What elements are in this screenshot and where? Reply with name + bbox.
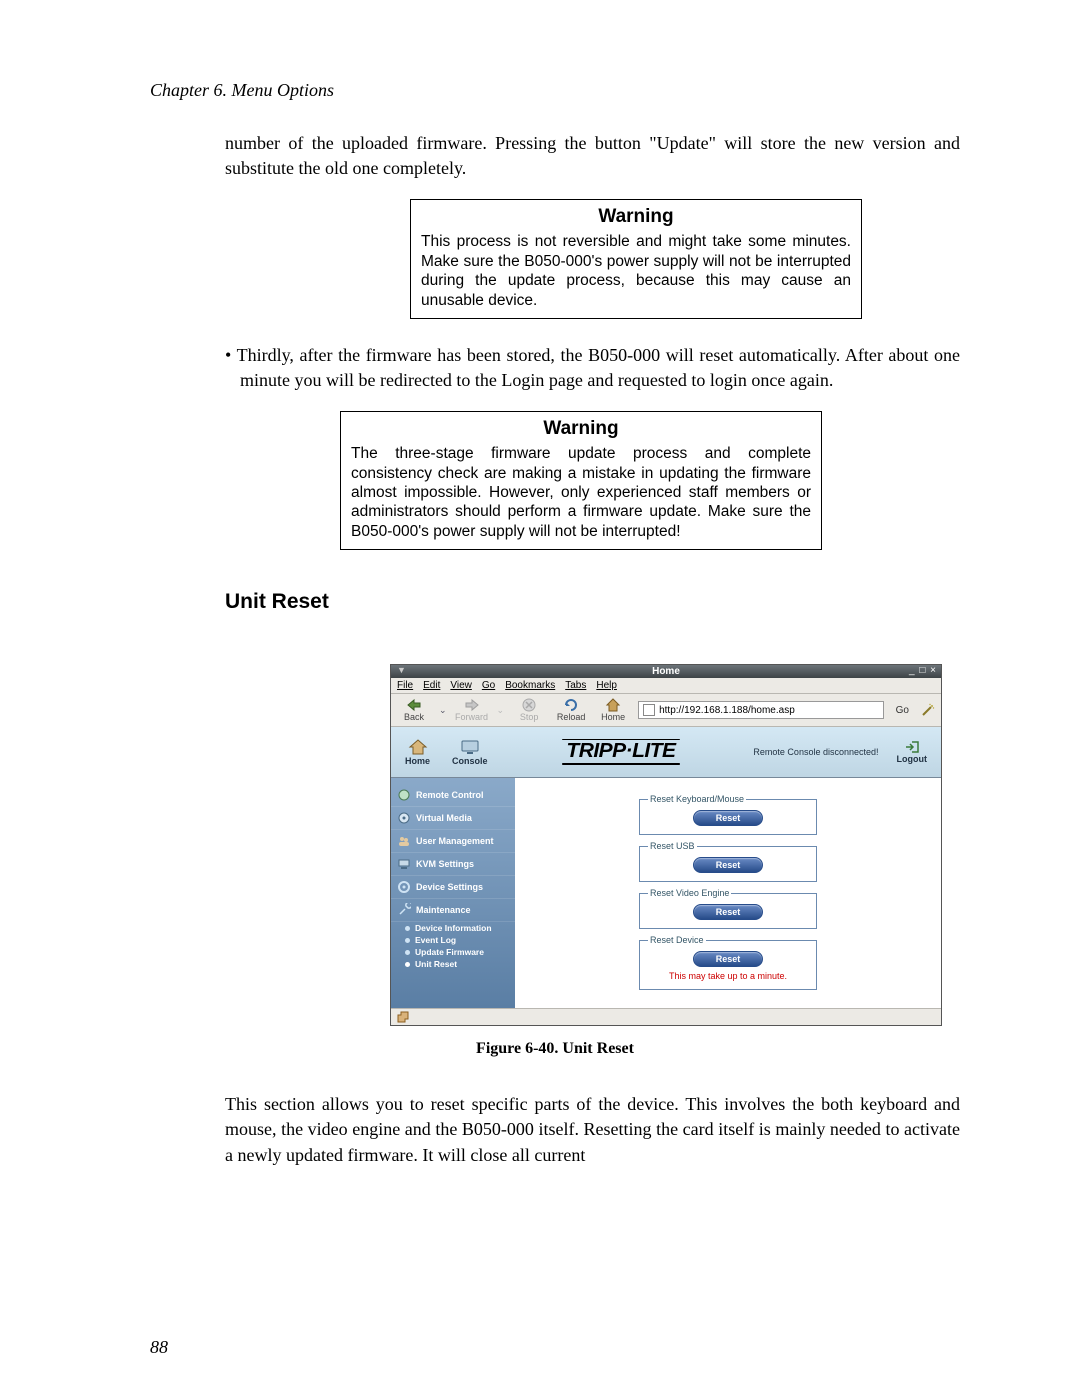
menu-bookmarks[interactable]: Bookmarks: [505, 680, 555, 691]
menu-file[interactable]: File: [397, 680, 413, 691]
tripp-lite-logo: TRIPP·LITE: [562, 739, 679, 765]
browser-statusbar: [391, 1008, 941, 1025]
chapter-header: Chapter 6. Menu Options: [150, 80, 960, 101]
app-body: Remote Control Virtual Media User Manage…: [391, 778, 941, 1008]
home-icon: [605, 698, 621, 712]
back-icon: [406, 698, 422, 712]
warning-title: Warning: [411, 200, 861, 230]
menu-view[interactable]: View: [450, 680, 472, 691]
warning-box-1: Warning This process is not reversible a…: [410, 199, 862, 319]
warning-box-2: Warning The three-stage firmware update …: [340, 411, 822, 550]
reload-button[interactable]: Reload: [554, 698, 588, 722]
virtual-media-icon: [397, 811, 411, 825]
page-number: 88: [150, 1337, 168, 1358]
warning-body: This process is not reversible and might…: [411, 230, 861, 318]
warning-body: The three-stage firmware update process …: [341, 442, 821, 549]
device-settings-icon: [397, 880, 411, 894]
bullet-paragraph: Thirdly, after the firmware has been sto…: [225, 343, 960, 393]
sidebar-sub-event-log[interactable]: Event Log: [401, 934, 515, 946]
menu-edit[interactable]: Edit: [423, 680, 440, 691]
reset-keyboard-mouse-button[interactable]: Reset: [693, 810, 764, 826]
back-dropdown-icon[interactable]: ⌄: [439, 705, 447, 716]
forward-dropdown-icon: ⌄: [497, 705, 505, 716]
kvm-settings-icon: [397, 857, 411, 871]
home-tab-icon: [407, 738, 429, 756]
window-title: Home: [652, 666, 680, 677]
reset-video-engine-group: Reset Video Engine Reset: [639, 888, 817, 929]
sidebar-item-maintenance[interactable]: Maintenance: [391, 899, 515, 922]
reset-device-note: This may take up to a minute.: [648, 971, 808, 981]
forward-button: Forward: [455, 698, 489, 722]
legend-reset-usb: Reset USB: [648, 841, 697, 851]
window-controls[interactable]: _ □ ×: [909, 665, 937, 676]
reset-video-engine-button[interactable]: Reset: [693, 904, 764, 920]
console-tab-icon: [459, 738, 481, 756]
sidebar-item-user-management[interactable]: User Management: [391, 830, 515, 853]
reset-device-button[interactable]: Reset: [693, 951, 764, 967]
legend-reset-keyboard-mouse: Reset Keyboard/Mouse: [648, 794, 746, 804]
remote-control-icon: [397, 788, 411, 802]
menu-tabs[interactable]: Tabs: [565, 680, 586, 691]
legend-reset-video-engine: Reset Video Engine: [648, 888, 731, 898]
go-button[interactable]: Go: [892, 705, 913, 716]
header-tab-home[interactable]: Home: [405, 738, 430, 766]
header-tab-console[interactable]: Console: [452, 738, 488, 766]
sidebar: Remote Control Virtual Media User Manage…: [391, 778, 515, 1008]
sidebar-sub-device-information[interactable]: Device Information: [401, 922, 515, 934]
stop-icon: [521, 698, 537, 712]
remote-console-status: Remote Console disconnected!: [753, 747, 878, 757]
window-titlebar: ▼ Home _ □ ×: [391, 665, 941, 678]
reset-usb-group: Reset USB Reset: [639, 841, 817, 882]
logout-button[interactable]: Logout: [897, 740, 928, 764]
warning-title: Warning: [341, 412, 821, 442]
browser-window: ▼ Home _ □ × File Edit View Go Bookmarks…: [390, 664, 942, 1026]
menubar: File Edit View Go Bookmarks Tabs Help: [391, 678, 941, 694]
legend-reset-device: Reset Device: [648, 935, 706, 945]
sidebar-item-device-settings[interactable]: Device Settings: [391, 876, 515, 899]
sidebar-subitems: Device Information Event Log Update Firm…: [391, 922, 515, 970]
reset-usb-button[interactable]: Reset: [693, 857, 764, 873]
main-panel: Reset Keyboard/Mouse Reset Reset USB Res…: [515, 778, 941, 1008]
wand-icon[interactable]: [921, 703, 935, 717]
sidebar-item-virtual-media[interactable]: Virtual Media: [391, 807, 515, 830]
maintenance-icon: [397, 903, 411, 917]
sidebar-item-kvm-settings[interactable]: KVM Settings: [391, 853, 515, 876]
sidebar-item-remote-control[interactable]: Remote Control: [391, 784, 515, 807]
window-menu-icon[interactable]: ▼: [397, 665, 406, 675]
sidebar-sub-update-firmware[interactable]: Update Firmware: [401, 946, 515, 958]
reset-device-group: Reset Device Reset This may take up to a…: [639, 935, 817, 990]
logout-icon: [904, 740, 920, 754]
reset-keyboard-mouse-group: Reset Keyboard/Mouse Reset: [639, 794, 817, 835]
back-button[interactable]: Back: [397, 698, 431, 722]
forward-icon: [464, 698, 480, 712]
app-header: Home Console TRIPP·LITE Remote Console d…: [391, 727, 941, 778]
section-heading-unit-reset: Unit Reset: [225, 590, 960, 614]
intro-paragraph: number of the uploaded firmware. Pressin…: [225, 131, 960, 181]
toolbar: Back ⌄ Forward ⌄ Stop Reload: [391, 694, 941, 727]
statusbar-icon: [397, 1011, 409, 1023]
reload-icon: [563, 698, 579, 712]
menu-go[interactable]: Go: [482, 680, 495, 691]
url-input[interactable]: http://192.168.1.188/home.asp: [638, 701, 884, 719]
home-button[interactable]: Home: [596, 698, 630, 722]
outro-paragraph: This section allows you to reset specifi…: [225, 1092, 960, 1168]
user-management-icon: [397, 834, 411, 848]
menu-help[interactable]: Help: [596, 680, 617, 691]
stop-button: Stop: [512, 698, 546, 722]
sidebar-sub-unit-reset[interactable]: Unit Reset: [401, 958, 515, 970]
figure-caption: Figure 6-40. Unit Reset: [150, 1040, 960, 1058]
